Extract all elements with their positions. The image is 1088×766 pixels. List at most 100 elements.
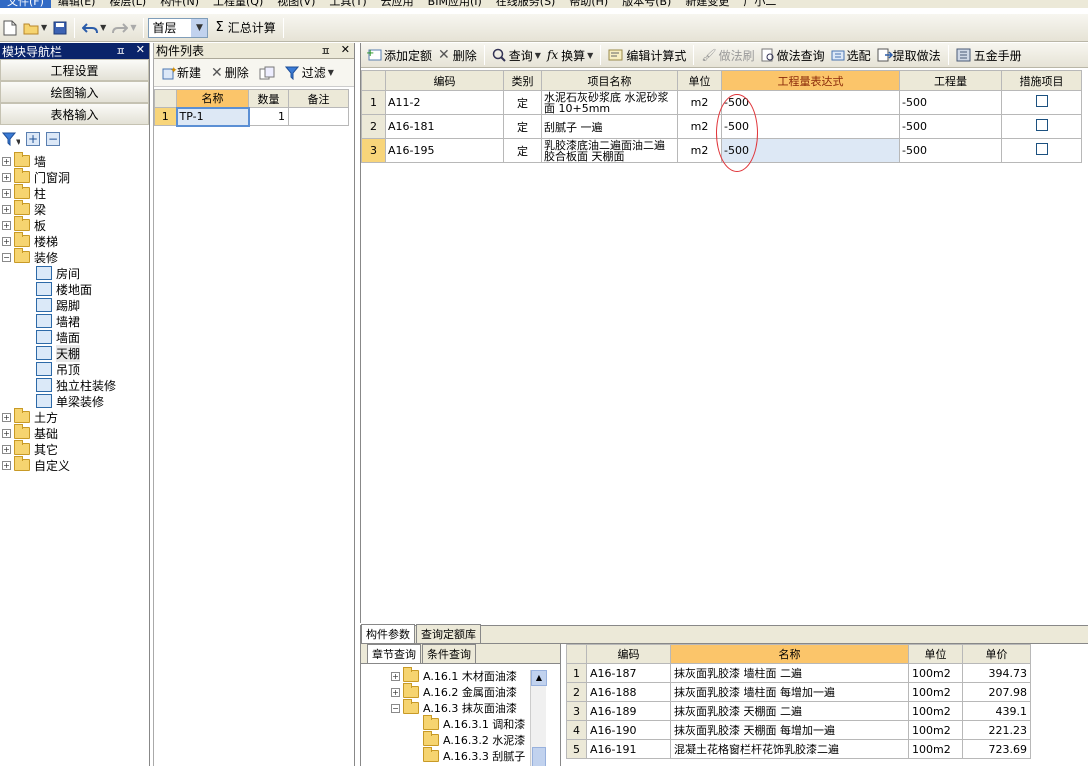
menu-version[interactable]: 版本号(B) (615, 0, 678, 8)
tree-node-dado[interactable]: 墙裙 (2, 313, 149, 329)
table-row[interactable]: 1 A11-2 定 水泥石灰砂浆底 水泥砂浆面 10+5mm m2 -500 -… (361, 90, 1082, 115)
code-cell[interactable]: A16-195 (385, 138, 504, 163)
menu-tools[interactable]: 工具(T) (322, 0, 373, 8)
column-header-name[interactable]: 名称 (176, 89, 249, 108)
scroll-thumb[interactable] (532, 747, 546, 766)
unit-cell[interactable]: 100m2 (908, 663, 963, 683)
sum-calculate-button[interactable]: Σ 汇总计算 (212, 16, 278, 40)
code-cell[interactable]: A16-189 (586, 701, 671, 721)
price-cell[interactable]: 221.23 (962, 720, 1031, 740)
name-cell[interactable]: 混凝土花格窗栏杆花饰乳胶漆二遍 (670, 739, 909, 759)
expression-cell[interactable]: -500 (721, 114, 900, 139)
tree-node-ceiling[interactable]: 天棚 (2, 344, 149, 362)
unit-cell[interactable]: 100m2 (908, 739, 963, 759)
tree-node-skirting[interactable]: 踢脚 (2, 297, 149, 313)
column-header-qty[interactable]: 数量 (248, 89, 289, 108)
tree-node-suspended-ceiling[interactable]: 吊顶 (2, 361, 149, 377)
column-header-expression[interactable]: 工程量表达式 (721, 70, 900, 91)
copy-component-button[interactable] (256, 61, 278, 85)
code-cell[interactable]: A16-187 (586, 663, 671, 683)
table-row[interactable]: 3 A16-189 抹灰面乳胶漆 天棚面 二遍 100m2 439.1 (566, 701, 1031, 721)
tree-node-slab[interactable]: + 板 (2, 216, 149, 233)
column-header-measure[interactable]: 措施项目 (1001, 70, 1082, 91)
tab-condition-query[interactable]: 条件查询 (422, 644, 476, 663)
item-name-cell[interactable]: 乳胶漆底油二遍面油二遍 胶合板面 天棚面 (541, 138, 678, 163)
extract-method-button[interactable]: 提取做法 (874, 43, 944, 67)
method-query-button[interactable]: 做法查询 (758, 43, 828, 67)
menu-assistant[interactable]: 广小二 (736, 0, 783, 8)
collapse-icon[interactable]: − (391, 703, 400, 713)
column-header-code[interactable]: 编码 (385, 70, 504, 91)
column-header-name[interactable]: 名称 (670, 644, 909, 664)
pin-icon[interactable]: ㅍ (321, 43, 331, 59)
menu-floor[interactable]: 楼层(L) (102, 0, 153, 8)
menu-component[interactable]: 构件(N) (153, 0, 206, 8)
item-name-cell[interactable]: 刮腻子 一遍 (541, 114, 678, 139)
expand-icon[interactable]: + (391, 671, 400, 681)
new-component-button[interactable]: ✦ 新建 (158, 61, 204, 85)
select-config-button[interactable]: 选配 (828, 43, 874, 67)
close-icon[interactable]: ✕ (136, 43, 145, 59)
open-file-button[interactable]: ▼ (20, 16, 50, 40)
filter-button[interactable]: 过滤 ▼ (282, 61, 337, 85)
tree-node-foundation[interactable]: + 基础 (2, 424, 149, 441)
tree-node-column-finish[interactable]: 独立柱装修 (2, 377, 149, 393)
expand-icon[interactable]: + (2, 156, 11, 166)
unit-cell[interactable]: m2 (677, 138, 722, 163)
expand-icon[interactable]: + (2, 428, 11, 438)
menu-view[interactable]: 视图(V) (270, 0, 322, 8)
expand-icon[interactable]: + (2, 188, 11, 198)
table-row[interactable]: 4 A16-190 抹灰面乳胶漆 天棚面 每增加一遍 100m2 221.23 (566, 720, 1031, 740)
price-cell[interactable]: 439.1 (962, 701, 1031, 721)
expand-icon[interactable]: + (2, 220, 11, 230)
nav-button-table-input[interactable]: 表格输入 (0, 103, 149, 125)
item-name-cell[interactable]: 水泥石灰砂浆底 水泥砂浆面 10+5mm (541, 90, 678, 115)
nav-button-project-settings[interactable]: 工程设置 (0, 59, 149, 81)
tree-node-floor-surface[interactable]: 楼地面 (2, 281, 149, 297)
query-button[interactable]: 查询 ▼ (489, 43, 544, 67)
tree-node-earthwork[interactable]: + 土方 (2, 408, 149, 425)
code-cell[interactable]: A16-181 (385, 114, 504, 139)
expand-icon[interactable]: + (2, 444, 11, 454)
measure-checkbox[interactable] (1035, 95, 1048, 107)
save-button[interactable] (50, 16, 70, 40)
table-row[interactable]: 1 A16-187 抹灰面乳胶漆 墙柱面 二遍 100m2 394.73 (566, 663, 1031, 683)
component-name-cell[interactable]: TP-1 (175, 106, 250, 127)
tree-node-decoration[interactable]: − 装修 (2, 248, 149, 265)
measure-cell[interactable] (1001, 138, 1082, 163)
chapter-scrollbar[interactable]: ▲ (530, 670, 547, 766)
table-row[interactable]: 2 A16-181 定 刮腻子 一遍 m2 -500 -500 (361, 114, 1082, 139)
code-cell[interactable]: A16-191 (586, 739, 671, 759)
column-header-code[interactable]: 编码 (586, 644, 671, 664)
expand-icon[interactable]: + (2, 460, 11, 470)
tree-node-beam-finish[interactable]: 单梁装修 (2, 393, 149, 409)
menu-online[interactable]: 在线服务(S) (489, 0, 563, 8)
measure-cell[interactable] (1001, 90, 1082, 115)
unit-cell[interactable]: 100m2 (908, 720, 963, 740)
expand-all-icon[interactable]: + (26, 132, 40, 146)
unit-cell[interactable]: m2 (677, 114, 722, 139)
convert-button[interactable]: 𝑓x 换算 ▼ (544, 43, 596, 67)
column-header-item-name[interactable]: 项目名称 (541, 70, 678, 91)
menu-quantity[interactable]: 工程量(Q) (206, 0, 270, 8)
table-row[interactable]: 5 A16-191 混凝土花格窗栏杆花饰乳胶漆二遍 100m2 723.69 (566, 739, 1031, 759)
measure-checkbox[interactable] (1035, 119, 1048, 131)
close-icon[interactable]: ✕ (341, 43, 350, 59)
unit-cell[interactable]: m2 (677, 90, 722, 115)
add-quota-button[interactable]: + 添加定额 (363, 43, 435, 67)
name-cell[interactable]: 抹灰面乳胶漆 墙柱面 二遍 (670, 663, 909, 683)
quantity-cell[interactable]: -500 (899, 114, 1002, 139)
tree-node-wall[interactable]: + 墙 (2, 152, 149, 169)
table-row[interactable]: 2 A16-188 抹灰面乳胶漆 墙柱面 每增加一遍 100m2 207.98 (566, 682, 1031, 702)
menu-help[interactable]: 帮助(H) (562, 0, 615, 8)
price-cell[interactable]: 723.69 (962, 739, 1031, 759)
edit-formula-button[interactable]: 编辑计算式 (605, 43, 689, 67)
expand-icon[interactable]: + (391, 687, 400, 697)
pin-icon[interactable]: ㅍ (116, 43, 126, 59)
tree-node-room[interactable]: 房间 (2, 265, 149, 281)
name-cell[interactable]: 抹灰面乳胶漆 天棚面 每增加一遍 (670, 720, 909, 740)
redo-button[interactable]: ▼ (109, 16, 139, 40)
price-cell[interactable]: 394.73 (962, 663, 1031, 683)
column-header-unit[interactable]: 单位 (677, 70, 722, 91)
tab-query-quota-library[interactable]: 查询定额库 (416, 624, 481, 643)
